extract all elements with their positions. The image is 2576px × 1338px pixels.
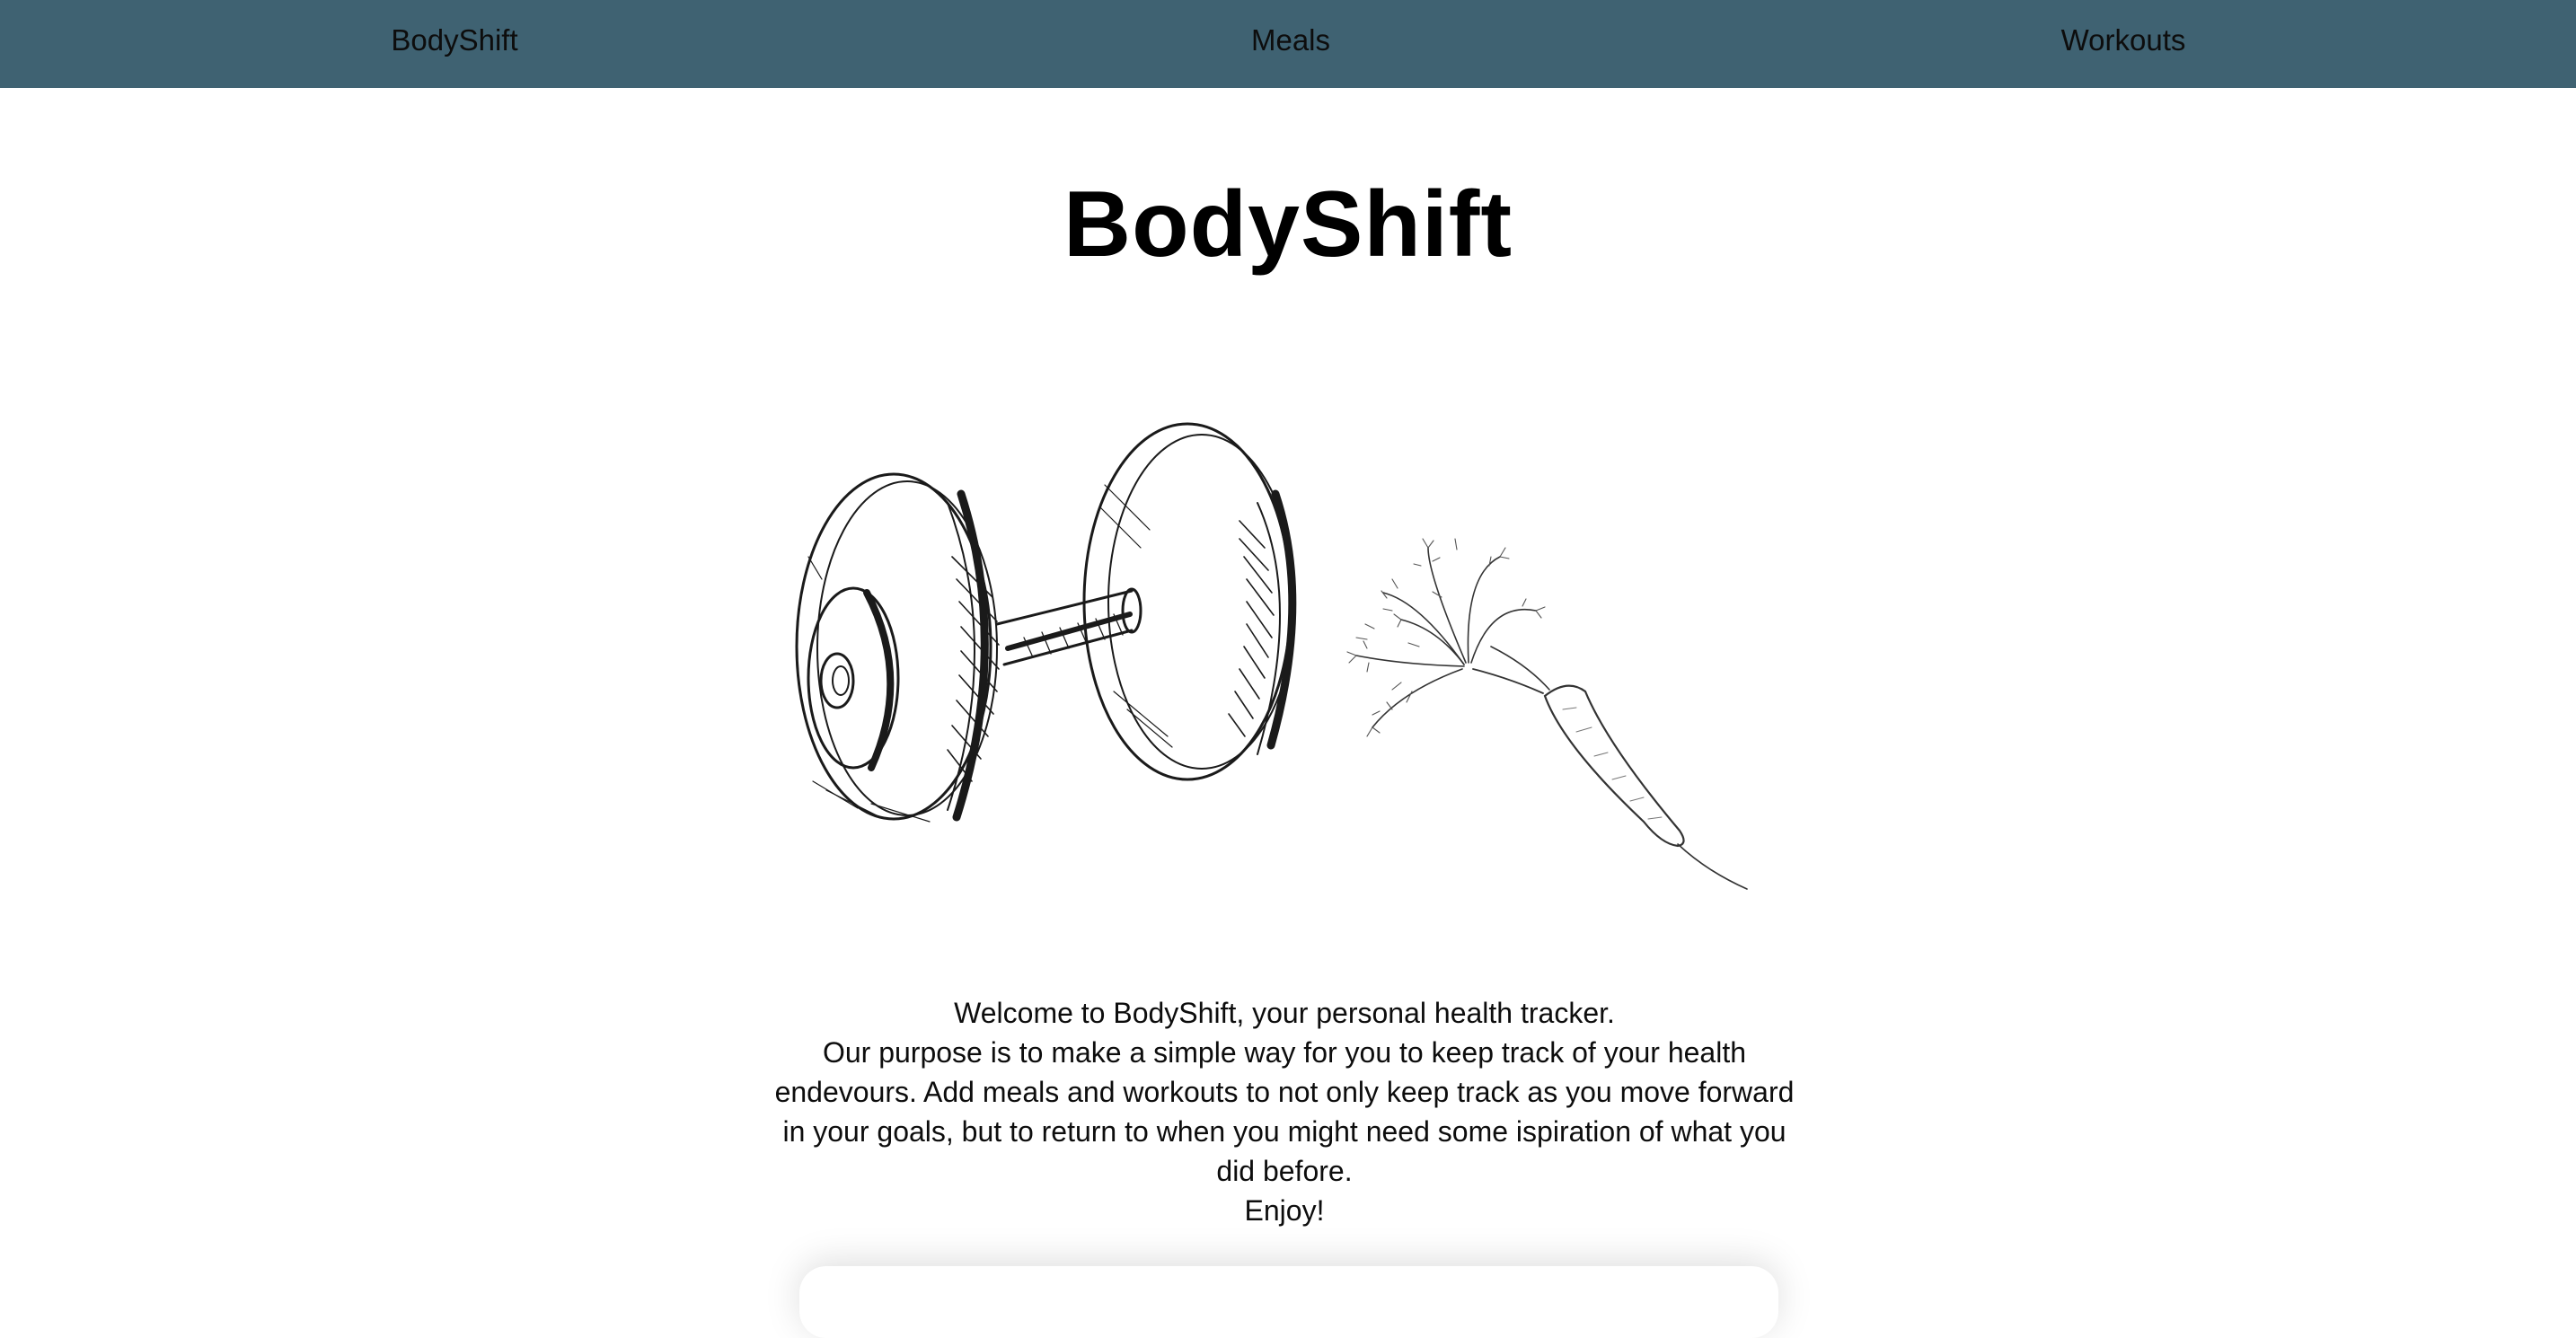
intro-welcome: Welcome to BodyShift, your personal heal… — [954, 997, 1615, 1029]
nav-meals-link[interactable]: Meals — [1251, 0, 1330, 88]
hero-illustration — [772, 422, 1814, 925]
page-title: BodyShift — [1063, 172, 1513, 277]
intro-purpose: Our purpose is to make a simple way for … — [774, 1036, 1795, 1187]
content-card — [799, 1266, 1778, 1338]
intro-text: Welcome to BodyShift, your personal heal… — [772, 993, 1796, 1230]
intro-closing: Enjoy! — [1244, 1194, 1325, 1227]
top-navbar: BodyShift Meals Workouts — [0, 0, 2576, 88]
nav-brand-link[interactable]: BodyShift — [391, 0, 517, 88]
dumbbell-icon — [795, 422, 1297, 823]
nav-workouts-link[interactable]: Workouts — [2061, 0, 2186, 88]
carrot-icon — [1346, 538, 1748, 890]
